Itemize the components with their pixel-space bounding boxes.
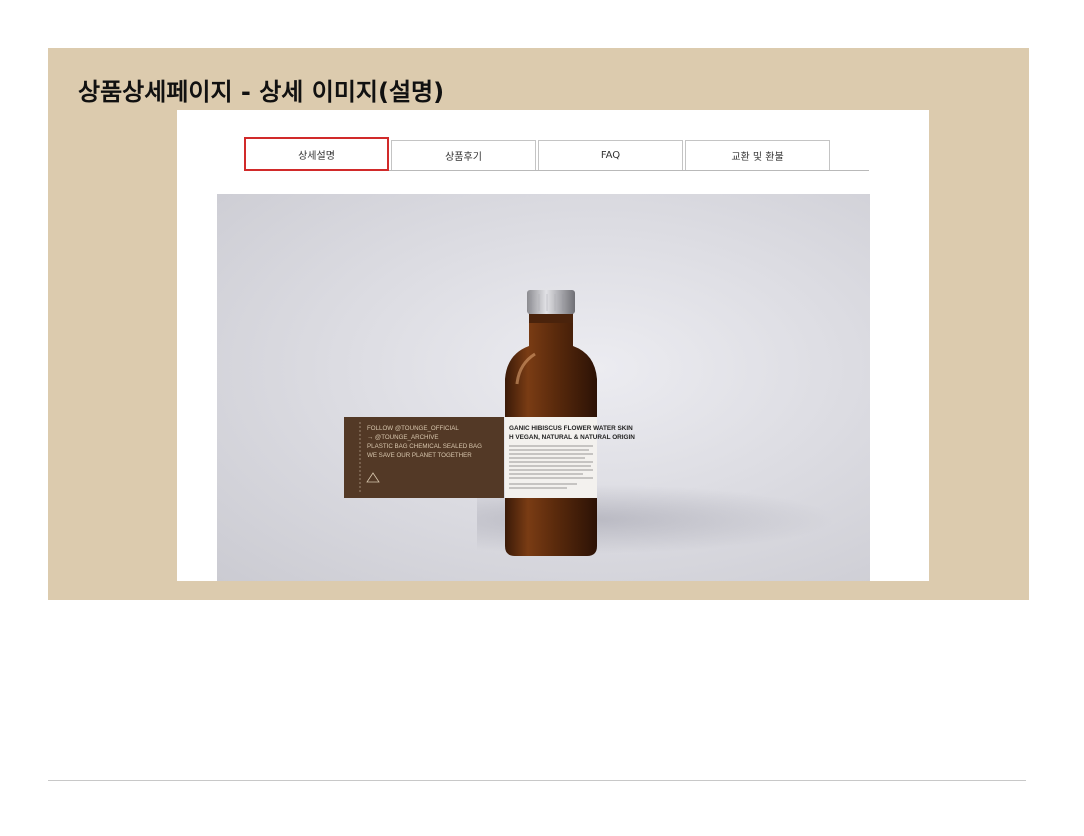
product-illustration: FOLLOW @TOUNGE_OFFICIAL → @TOUNGE_ARCHIV… xyxy=(344,290,635,556)
tab-label: 상세설명 xyxy=(298,150,335,162)
tab-reviews[interactable]: 상품후기 xyxy=(391,140,536,170)
card-line-1: FOLLOW @TOUNGE_OFFICIAL xyxy=(367,425,459,432)
tab-faq[interactable]: FAQ xyxy=(538,140,683,170)
amber-bottle: GANIC HIBISCUS FLOWER WATER SKIN H VEGAN… xyxy=(505,290,635,556)
slide-title: 상품상세페이지 - 상세 이미지(설명) xyxy=(78,78,445,106)
bottle-label-line-2: H VEGAN, NATURAL & NATURAL ORIGIN xyxy=(509,434,635,441)
detail-tab-bar: 상세설명 상품후기 FAQ 교환 및 환불 xyxy=(244,137,869,171)
tab-detail-description[interactable]: 상세설명 xyxy=(244,137,389,171)
kraft-card: FOLLOW @TOUNGE_OFFICIAL → @TOUNGE_ARCHIV… xyxy=(344,417,504,498)
bottom-divider xyxy=(48,780,1026,781)
card-line-4: WE SAVE OUR PLANET TOGETHER xyxy=(367,452,472,459)
card-line-3: PLASTIC BAG CHEMICAL SEALED BAG xyxy=(367,443,482,450)
card-line-2: → @TOUNGE_ARCHIVE xyxy=(367,434,439,441)
bottle-cap xyxy=(527,290,575,314)
tab-label: 교환 및 환불 xyxy=(731,152,784,163)
tab-label: 상품후기 xyxy=(445,152,482,163)
tab-exchange-refund[interactable]: 교환 및 환불 xyxy=(685,140,830,170)
tab-label: FAQ xyxy=(600,150,621,161)
slide-panel: 상품상세페이지 - 상세 이미지(설명) 상세설명 상품후기 FAQ 교환 및 … xyxy=(48,48,1029,600)
product-photo: FOLLOW @TOUNGE_OFFICIAL → @TOUNGE_ARCHIV… xyxy=(217,194,870,581)
bottle-label-line-1: GANIC HIBISCUS FLOWER WATER SKIN xyxy=(509,425,633,432)
product-detail-card: 상세설명 상품후기 FAQ 교환 및 환불 FOLLOW @TOUNGE_OFF… xyxy=(177,110,929,581)
